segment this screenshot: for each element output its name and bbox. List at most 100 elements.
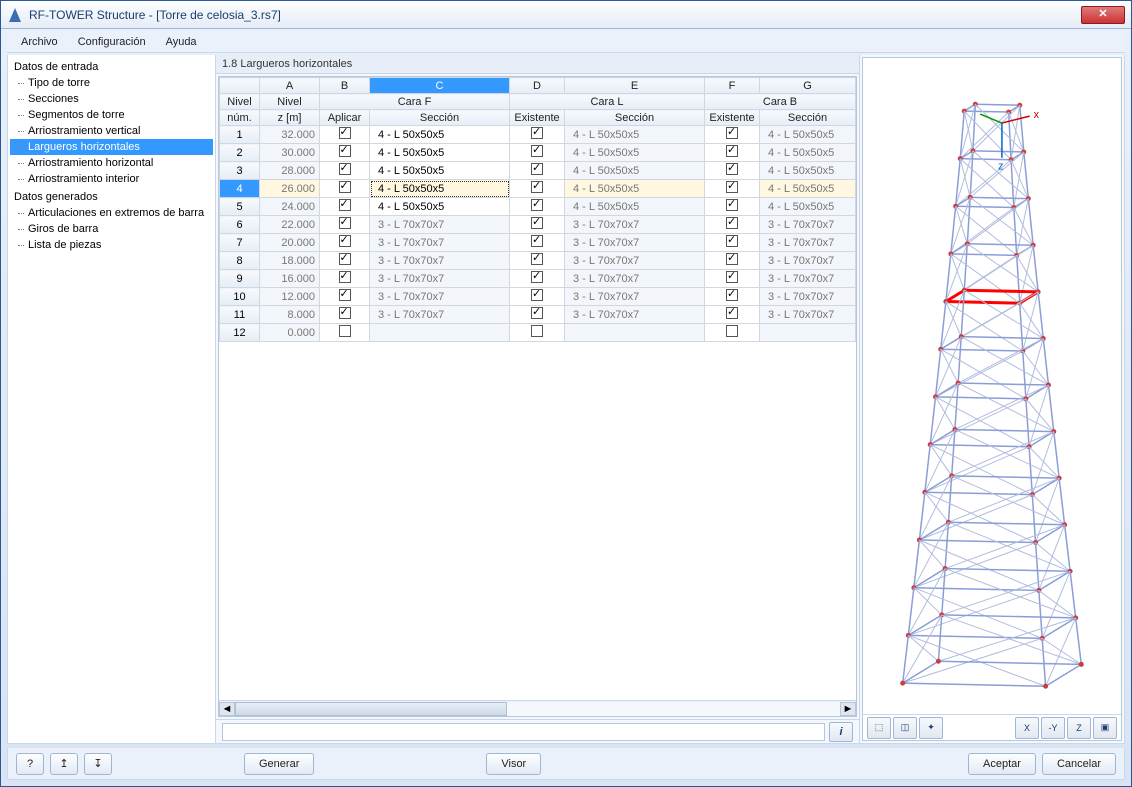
table-row[interactable]: 1012.0003 - L 70x70x73 - L 70x70x73 - L …	[220, 288, 856, 306]
cell-seccion-b[interactable]: 4 - L 50x50x5	[760, 198, 856, 216]
checkbox-icon[interactable]	[339, 289, 351, 301]
cell-existente-b[interactable]	[705, 216, 760, 234]
row-header[interactable]: 3	[220, 162, 260, 180]
horizontal-scrollbar[interactable]: ◄ ►	[219, 700, 856, 716]
checkbox-icon[interactable]	[726, 253, 738, 265]
axis-y-button[interactable]: -Y	[1041, 717, 1065, 739]
cell-seccion-f[interactable]: 3 - L 70x70x7	[370, 252, 510, 270]
table-row[interactable]: 120.000	[220, 324, 856, 342]
table-row[interactable]: 818.0003 - L 70x70x73 - L 70x70x73 - L 7…	[220, 252, 856, 270]
cell-aplicar[interactable]	[320, 162, 370, 180]
axis-x-button[interactable]: X	[1015, 717, 1039, 739]
cell-seccion-b[interactable]: 4 - L 50x50x5	[760, 144, 856, 162]
tree-item[interactable]: Arriostramiento interior	[10, 171, 213, 187]
cell-seccion-l[interactable]: 3 - L 70x70x7	[565, 306, 705, 324]
cell-seccion-l[interactable]: 3 - L 70x70x7	[565, 234, 705, 252]
cell-z[interactable]: 32.000	[260, 126, 320, 144]
row-header[interactable]: 2	[220, 144, 260, 162]
checkbox-icon[interactable]	[339, 325, 351, 337]
cell-seccion-l[interactable]: 3 - L 70x70x7	[565, 252, 705, 270]
table-row[interactable]: 328.0004 - L 50x50x54 - L 50x50x54 - L 5…	[220, 162, 856, 180]
tree-item[interactable]: Giros de barra	[10, 221, 213, 237]
tree-item[interactable]: Secciones	[10, 91, 213, 107]
cell-seccion-f[interactable]: 4 - L 50x50x5	[370, 144, 510, 162]
cell-aplicar[interactable]	[320, 234, 370, 252]
checkbox-icon[interactable]	[531, 199, 543, 211]
checkbox-icon[interactable]	[339, 307, 351, 319]
menu-archivo[interactable]: Archivo	[13, 34, 66, 50]
cell-seccion-b[interactable]: 3 - L 70x70x7	[760, 288, 856, 306]
cell-existente-b[interactable]	[705, 306, 760, 324]
checkbox-icon[interactable]	[726, 145, 738, 157]
checkbox-icon[interactable]	[726, 163, 738, 175]
tree-group[interactable]: Datos de entrada	[10, 59, 213, 75]
cell-seccion-l[interactable]: 3 - L 70x70x7	[565, 288, 705, 306]
col-header[interactable]: F	[705, 78, 760, 94]
table-row[interactable]: 622.0003 - L 70x70x73 - L 70x70x73 - L 7…	[220, 216, 856, 234]
cell-seccion-f[interactable]: 3 - L 70x70x7	[370, 306, 510, 324]
cell-z[interactable]: 22.000	[260, 216, 320, 234]
scroll-thumb[interactable]	[235, 702, 507, 716]
checkbox-icon[interactable]	[531, 217, 543, 229]
cell-seccion-f[interactable]: 4 - L 50x50x5	[370, 162, 510, 180]
cell-seccion-b[interactable]: 3 - L 70x70x7	[760, 234, 856, 252]
row-header[interactable]: 4	[220, 180, 260, 198]
cell-z[interactable]: 30.000	[260, 144, 320, 162]
info-button[interactable]: i	[829, 722, 853, 742]
iso-view-button[interactable]: ▣	[1093, 717, 1117, 739]
cell-existente-b[interactable]	[705, 234, 760, 252]
cell-existente-l[interactable]	[510, 234, 565, 252]
help-button[interactable]: ?	[16, 753, 44, 775]
cancelar-button[interactable]: Cancelar	[1042, 753, 1116, 775]
data-grid[interactable]: ABCDEFGNivelNivelCara FCara LCara Bnúm.z…	[218, 76, 857, 717]
table-row[interactable]: 230.000 4 - L 50x50x5 4 - L 50x50x5 4 - L 5…	[220, 144, 856, 162]
cell-seccion-f[interactable]: 4 - L 50x50x5	[370, 180, 510, 198]
generar-button[interactable]: Generar	[244, 753, 314, 775]
cell-existente-l[interactable]	[510, 198, 565, 216]
row-header[interactable]: 5	[220, 198, 260, 216]
cell-aplicar[interactable]	[320, 324, 370, 342]
cell-existente-l[interactable]	[510, 216, 565, 234]
cell-existente-l[interactable]	[510, 144, 565, 162]
cell-seccion-b[interactable]: 4 - L 50x50x5	[760, 162, 856, 180]
tower-3d-view[interactable]: xz	[863, 58, 1121, 714]
tree-item[interactable]: Articulaciones en extremos de barra	[10, 205, 213, 221]
cell-seccion-f[interactable]: 3 - L 70x70x7	[370, 270, 510, 288]
cell-aplicar[interactable]	[320, 288, 370, 306]
nav-up-button[interactable]: ↥	[50, 753, 78, 775]
checkbox-icon[interactable]	[531, 307, 543, 319]
row-header[interactable]: 12	[220, 324, 260, 342]
cell-z[interactable]: 0.000	[260, 324, 320, 342]
row-header[interactable]: 8	[220, 252, 260, 270]
cell-existente-l[interactable]	[510, 162, 565, 180]
cell-z[interactable]: 20.000	[260, 234, 320, 252]
cell-seccion-l[interactable]: 3 - L 70x70x7	[565, 216, 705, 234]
tree-item[interactable]: Arriostramiento horizontal	[10, 155, 213, 171]
checkbox-icon[interactable]	[339, 217, 351, 229]
cell-seccion-b[interactable]: 3 - L 70x70x7	[760, 216, 856, 234]
cell-aplicar[interactable]	[320, 306, 370, 324]
checkbox-icon[interactable]	[726, 235, 738, 247]
cell-seccion-l[interactable]: 4 - L 50x50x5	[565, 180, 705, 198]
tree-item[interactable]: Tipo de torre	[10, 75, 213, 91]
cell-z[interactable]: 16.000	[260, 270, 320, 288]
cell-aplicar[interactable]	[320, 198, 370, 216]
tree-group[interactable]: Datos generados	[10, 189, 213, 205]
cell-seccion-l[interactable]: 4 - L 50x50x5	[565, 198, 705, 216]
cell-seccion-l[interactable]: 4 - L 50x50x5	[565, 144, 705, 162]
checkbox-icon[interactable]	[531, 145, 543, 157]
checkbox-icon[interactable]	[531, 127, 543, 139]
table-row[interactable]: 132.0004 - L 50x50x54 - L 50x50x54 - L 5…	[220, 126, 856, 144]
scroll-track[interactable]	[235, 702, 840, 716]
table-row[interactable]: 426.0004 - L 50x50x54 - L 50x50x54 - L 5…	[220, 180, 856, 198]
row-header[interactable]: 6	[220, 216, 260, 234]
cell-existente-b[interactable]	[705, 126, 760, 144]
checkbox-icon[interactable]	[339, 235, 351, 247]
cell-seccion-f[interactable]	[370, 324, 510, 342]
menu-ayuda[interactable]: Ayuda	[158, 34, 205, 50]
table-row[interactable]: 524.0004 - L 50x50x54 - L 50x50x54 - L 5…	[220, 198, 856, 216]
checkbox-icon[interactable]	[339, 253, 351, 265]
view-mode-1-button[interactable]: ⬚	[867, 717, 891, 739]
checkbox-icon[interactable]	[726, 271, 738, 283]
tree-item[interactable]: Arriostramiento vertical	[10, 123, 213, 139]
